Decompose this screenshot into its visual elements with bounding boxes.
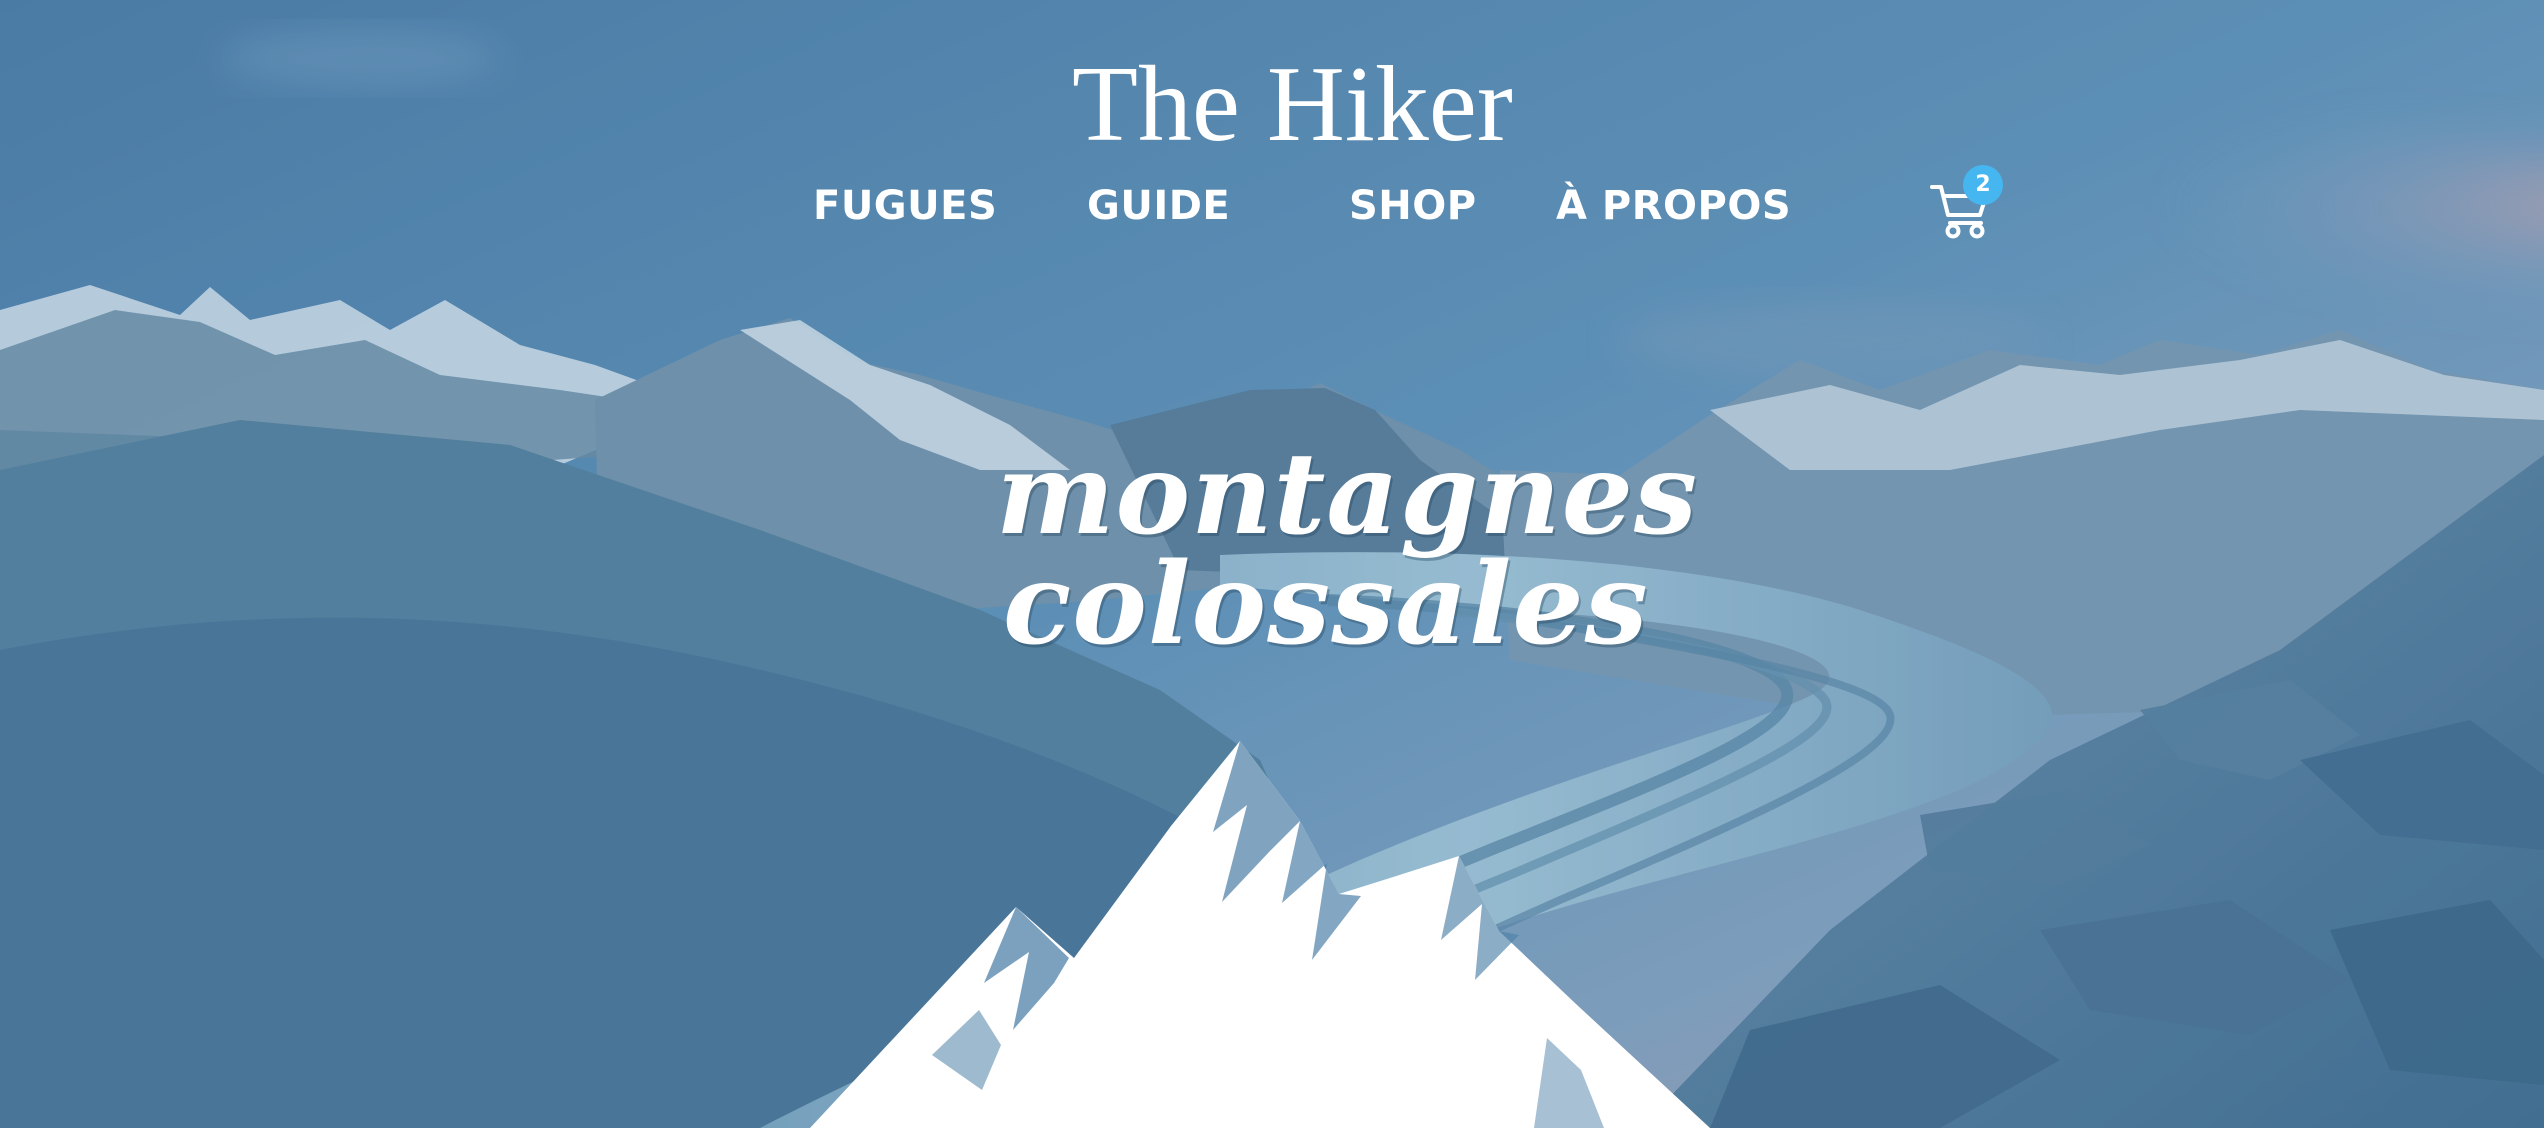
hero-headline-line-2: colossales bbox=[1003, 539, 1649, 670]
hero-headline-line-1: montagnes bbox=[996, 429, 1698, 560]
cart-button[interactable]: 2 bbox=[1928, 165, 2010, 247]
nav-item-about[interactable]: À PROPOS bbox=[1556, 178, 1801, 234]
cart-count-badge: 2 bbox=[1963, 165, 2003, 205]
nav-item-shop[interactable]: SHOP bbox=[1349, 178, 1476, 234]
site-header: The Hiker FUGUES GUIDE SHOP À PROPOS 2 bbox=[0, 0, 2544, 260]
main-navigation: FUGUES GUIDE SHOP À PROPOS bbox=[780, 178, 1820, 234]
hero-page: The Hiker FUGUES GUIDE SHOP À PROPOS 2 m… bbox=[0, 0, 2544, 1128]
nav-item-fugues[interactable]: FUGUES bbox=[813, 178, 997, 234]
site-title[interactable]: The Hiker bbox=[1072, 40, 1513, 170]
hero-headline: montagnes colossales bbox=[996, 429, 1698, 700]
mountain-logo-icon bbox=[810, 741, 1710, 1128]
nav-item-guide[interactable]: GUIDE bbox=[1087, 178, 1230, 234]
